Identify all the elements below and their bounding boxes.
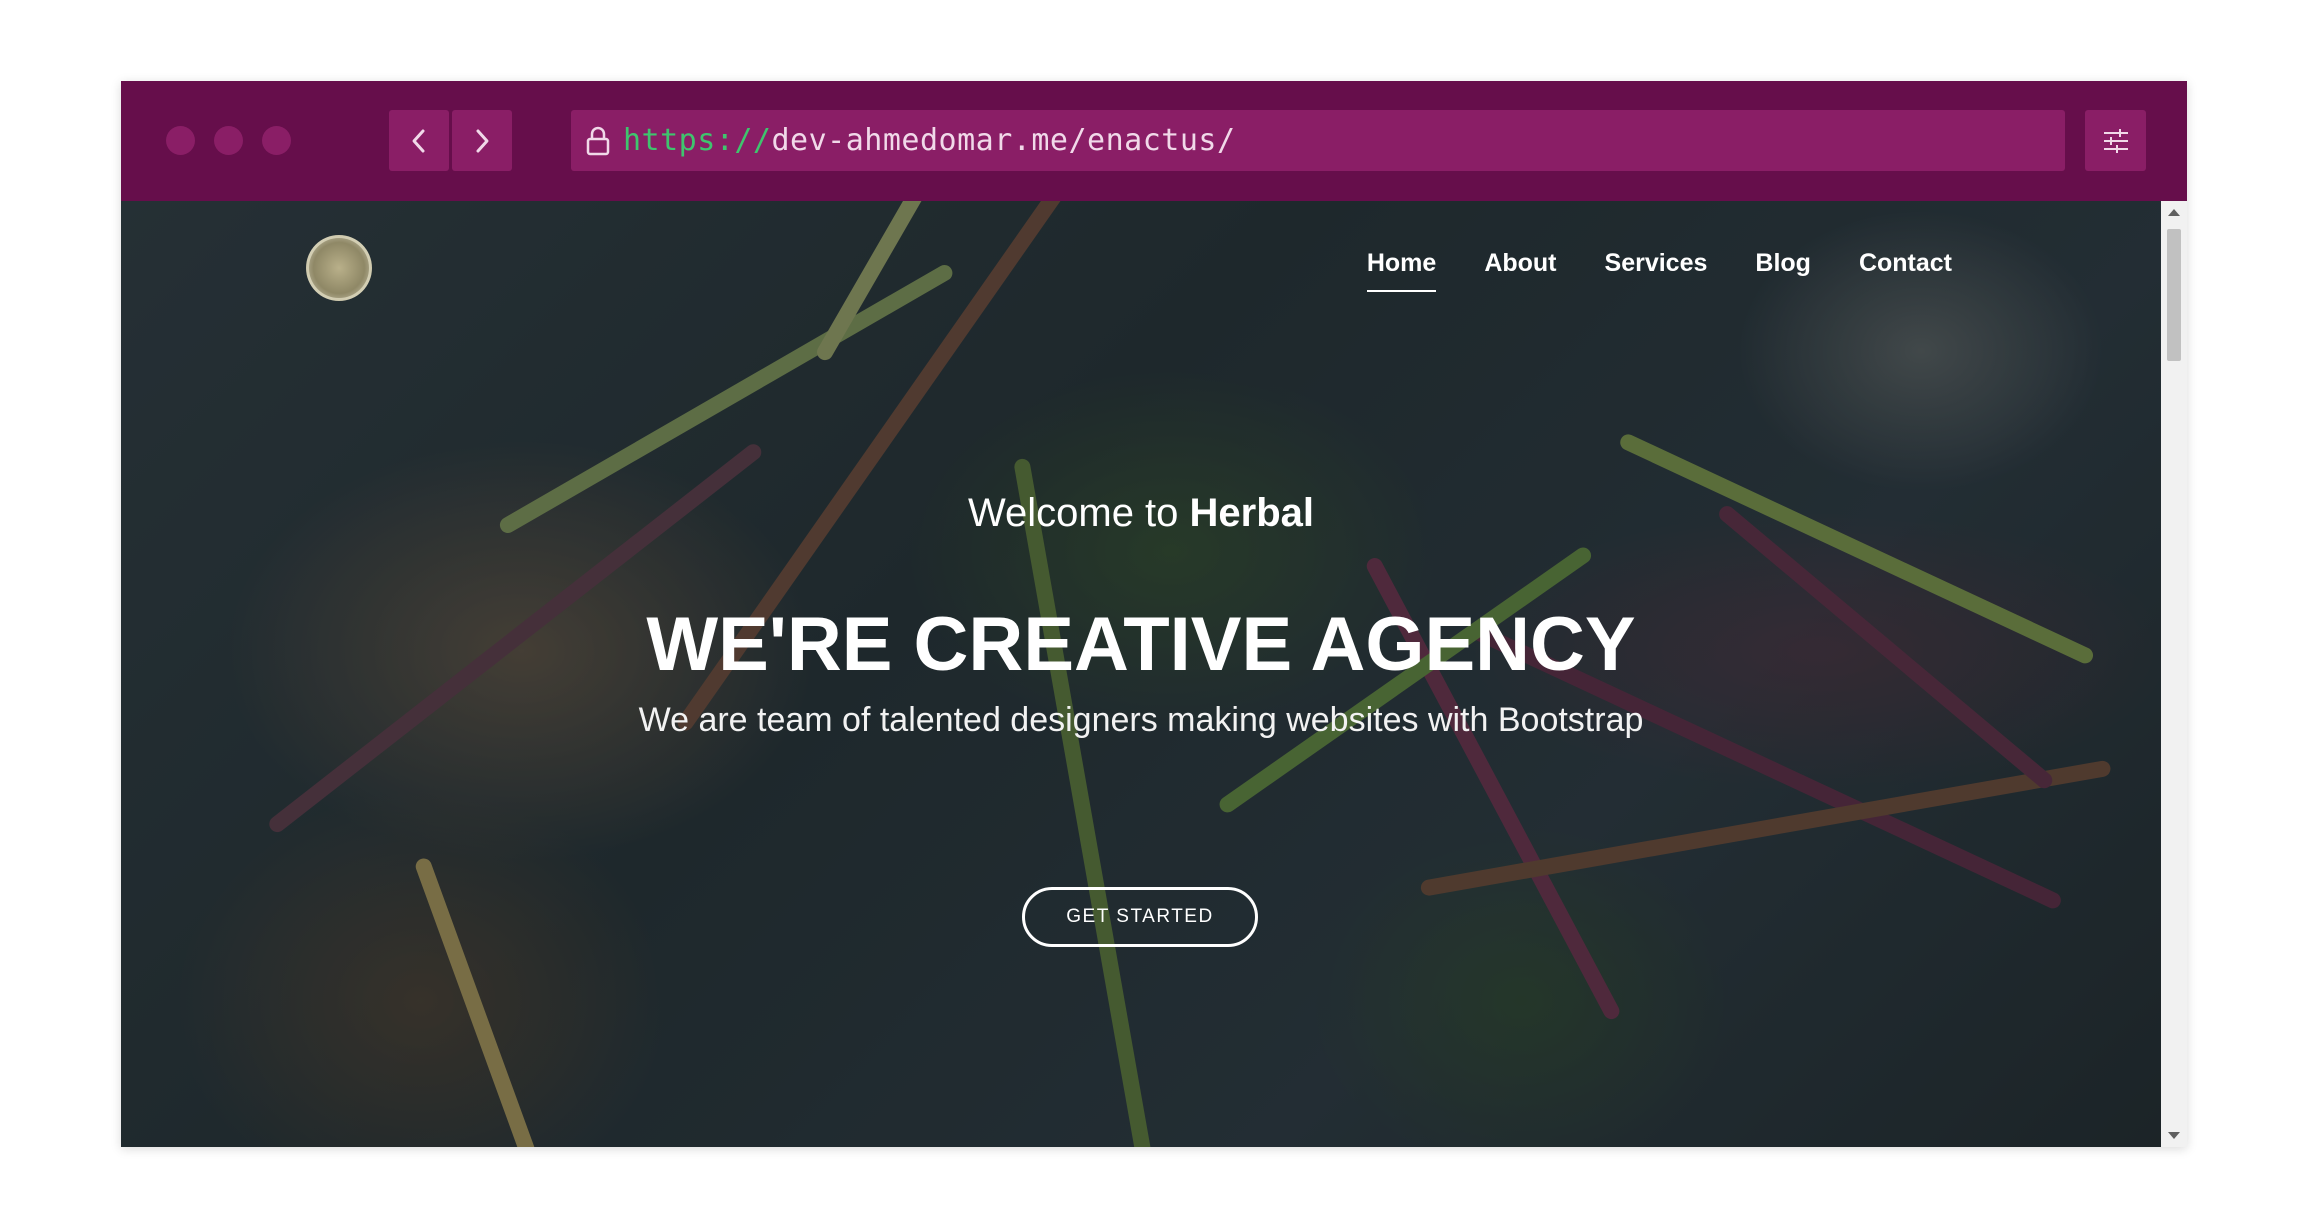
- url-path: dev-ahmedomar.me/enactus/: [771, 123, 1236, 158]
- browser-toolbar: https://dev-ahmedomar.me/enactus/: [121, 81, 2187, 201]
- lock-icon: [583, 124, 613, 158]
- page-viewport: Home About Services Blog Contact Welcome…: [121, 201, 2161, 1147]
- main-nav: Home About Services Blog Contact: [1343, 249, 1976, 292]
- nav-services[interactable]: Services: [1581, 249, 1732, 278]
- back-button[interactable]: [389, 110, 449, 171]
- url-scheme: https://: [623, 123, 772, 158]
- window-close-dot[interactable]: [166, 126, 195, 155]
- chevron-right-icon: [476, 129, 489, 152]
- chevron-left-icon: [412, 129, 425, 152]
- welcome-prefix: Welcome to: [967, 491, 1190, 535]
- forward-button[interactable]: [452, 110, 512, 171]
- url-text: https://dev-ahmedomar.me/enactus/: [623, 123, 1236, 158]
- hero-subline: We are team of talented designers making…: [638, 701, 1644, 739]
- settings-button[interactable]: [2085, 110, 2146, 171]
- get-started-button[interactable]: GET STARTED: [1022, 887, 1258, 947]
- window-maximize-dot[interactable]: [262, 126, 291, 155]
- vertical-scrollbar[interactable]: [2161, 201, 2187, 1147]
- sliders-icon: [2103, 128, 2128, 153]
- nav-contact[interactable]: Contact: [1835, 249, 1976, 278]
- scroll-down-icon[interactable]: [2168, 1132, 2180, 1139]
- address-bar[interactable]: https://dev-ahmedomar.me/enactus/: [571, 110, 2065, 171]
- hero-headline: WE'RE CREATIVE AGENCY: [646, 602, 1636, 687]
- nav-about[interactable]: About: [1460, 249, 1580, 278]
- hero-welcome: Welcome to Herbal: [121, 491, 2161, 536]
- nav-home[interactable]: Home: [1343, 249, 1460, 292]
- scroll-thumb[interactable]: [2167, 229, 2181, 361]
- browser-window: https://dev-ahmedomar.me/enactus/ Home A…: [121, 81, 2187, 1147]
- site-logo[interactable]: [306, 235, 372, 301]
- scroll-up-icon[interactable]: [2168, 209, 2180, 216]
- window-minimize-dot[interactable]: [214, 126, 243, 155]
- nav-blog[interactable]: Blog: [1731, 249, 1835, 278]
- welcome-brand: Herbal: [1189, 491, 1315, 535]
